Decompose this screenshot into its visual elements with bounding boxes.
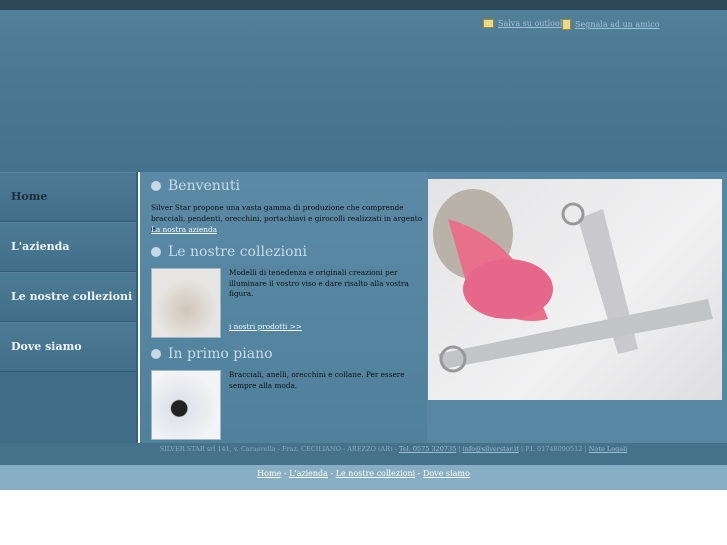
footer: SILVER STAR srl 141, v. Carasvella - Fra… xyxy=(0,443,727,465)
footer-phone-link[interactable]: Tel. 0575 320735 xyxy=(399,445,456,453)
content: Benvenuti Silver Star propone una vasta … xyxy=(140,172,427,443)
bottom-nav-collezioni[interactable]: Le nostre collezioni xyxy=(336,469,415,478)
bullet-icon xyxy=(151,181,161,191)
bottom-nav-dove-siamo[interactable]: Dove siamo xyxy=(423,469,470,478)
outlook-icon xyxy=(483,19,494,28)
separator: - xyxy=(281,469,290,478)
collections-thumbnail[interactable] xyxy=(151,268,221,338)
sidebar-nav: Home L'azienda Le nostre collezioni Dove… xyxy=(0,172,138,443)
separator: - xyxy=(327,469,336,478)
footer-vat: | P.I. 01748090512 | xyxy=(518,445,589,453)
featured-text: Bracciali, anelli, orecchini e collane. … xyxy=(229,370,405,390)
bottom-nav-home[interactable]: Home xyxy=(257,469,281,478)
nav-item-collezioni[interactable]: Le nostre collezioni xyxy=(0,272,136,322)
collections-title: Le nostre collezioni xyxy=(168,244,308,260)
nav-item-home[interactable]: Home xyxy=(0,172,136,222)
tell-friend-label: Segnala ad un amico xyxy=(575,20,660,29)
top-bar xyxy=(0,0,727,10)
featured-title: In primo piano xyxy=(168,346,273,362)
bullet-icon xyxy=(151,349,161,359)
footer-address: SILVER STAR srl 141, v. Carasvella - Fra… xyxy=(159,445,399,453)
welcome-title: Benvenuti xyxy=(168,178,240,194)
section-title-collections: Le nostre collezioni xyxy=(151,244,307,260)
section-title-welcome: Benvenuti xyxy=(151,178,240,194)
section-title-featured: In primo piano xyxy=(151,346,273,362)
header: Salva su outlook Segnala ad un amico xyxy=(0,10,727,172)
save-outlook-link[interactable]: Salva su outlook xyxy=(483,19,565,28)
azienda-link[interactable]: La nostra azienda xyxy=(151,225,217,234)
friend-icon xyxy=(562,19,571,30)
jewelry-illustration xyxy=(433,189,713,373)
nav-item-dove-siamo[interactable]: Dove siamo xyxy=(0,322,136,372)
footer-legal-link[interactable]: Note Legali xyxy=(589,445,627,453)
bottom-nav: Home - L'azienda - Le nostre collezioni … xyxy=(0,465,727,490)
nav-item-azienda[interactable]: L'azienda xyxy=(0,222,136,272)
bottom-nav-azienda[interactable]: L'azienda xyxy=(289,469,328,478)
tell-friend-link[interactable]: Segnala ad un amico xyxy=(562,19,660,30)
collections-text: Modelli di tenedenza e originali creazio… xyxy=(229,268,409,298)
footer-email-link[interactable]: info@silverstar.it xyxy=(463,445,519,453)
save-outlook-label: Salva su outlook xyxy=(498,19,565,28)
jewelry-photo xyxy=(428,179,722,400)
separator: - xyxy=(415,469,423,478)
products-link[interactable]: i nostri prodotti >> xyxy=(229,322,302,331)
bullet-icon xyxy=(151,247,161,257)
featured-thumbnail[interactable] xyxy=(151,370,221,440)
